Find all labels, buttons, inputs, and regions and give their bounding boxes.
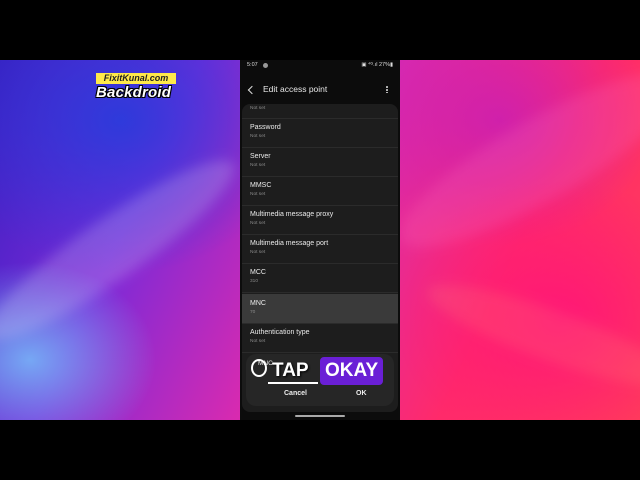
list-item-value: Not set: [250, 163, 266, 168]
list-item-label: Multimedia message port: [250, 240, 329, 247]
watermark-brand: Backdroid: [96, 84, 172, 101]
list-item-label: MCC: [250, 269, 266, 276]
background-streak: [419, 267, 640, 403]
tutorial-caption: TAP OKAY: [248, 356, 384, 386]
page-title: Edit access point: [263, 84, 328, 94]
caption-okay: OKAY: [320, 357, 384, 385]
list-item-mms-proxy[interactable]: Multimedia message proxy Not set: [242, 205, 398, 235]
tap-circle-icon: [251, 359, 267, 377]
list-item-value: Not set: [250, 192, 266, 197]
list-item-value: 70: [250, 310, 256, 315]
background-streak: [0, 139, 251, 361]
list-item-value: Not set: [250, 134, 266, 139]
list-item-label: Password: [250, 124, 281, 131]
cancel-button[interactable]: Cancel: [284, 390, 307, 397]
list-item-mnc[interactable]: MNC 70: [242, 294, 398, 324]
list-item-value: Not set: [250, 221, 266, 226]
back-arrow-icon[interactable]: [247, 85, 257, 95]
more-options-icon[interactable]: [385, 85, 389, 95]
status-indicators: ▣ ⁴ᴳ.ıl 27%▮: [361, 62, 393, 68]
status-bar: 5:07 ▣ ⁴ᴳ.ıl 27%▮: [240, 60, 400, 70]
home-indicator: [295, 415, 345, 417]
list-item-mms-port[interactable]: Multimedia message port Not set: [242, 234, 398, 264]
list-item-value: Not set: [250, 339, 266, 344]
ok-button[interactable]: OK: [356, 390, 367, 397]
list-item-mmsc[interactable]: MMSC Not set: [242, 176, 398, 206]
list-item-label: Multimedia message proxy: [250, 211, 334, 218]
status-time: 5:07: [247, 62, 258, 68]
list-item-value: Not set: [250, 106, 266, 111]
background-streak: [381, 60, 640, 275]
list-item-label: MNC: [250, 300, 266, 307]
notification-icon: [263, 62, 268, 68]
channel-watermark: FixitKunal.com Backdroid: [96, 73, 188, 101]
list-item-password[interactable]: Password Not set: [242, 118, 398, 148]
list-item-auth-type[interactable]: Authentication type Not set: [242, 323, 398, 353]
list-item-mcc[interactable]: MCC 310: [242, 263, 398, 293]
list-item-previous[interactable]: Not set: [242, 104, 398, 119]
list-item-value: 310: [250, 279, 259, 284]
watermark-site: FixitKunal.com: [96, 73, 176, 84]
list-item-label: Server: [250, 153, 271, 160]
list-item-label: MMSC: [250, 182, 272, 189]
app-bar: Edit access point: [240, 80, 400, 102]
list-item-value: Not set: [250, 250, 266, 255]
caption-underline: [268, 382, 318, 384]
list-item-label: Authentication type: [250, 329, 310, 336]
list-item-server[interactable]: Server Not set: [242, 147, 398, 177]
